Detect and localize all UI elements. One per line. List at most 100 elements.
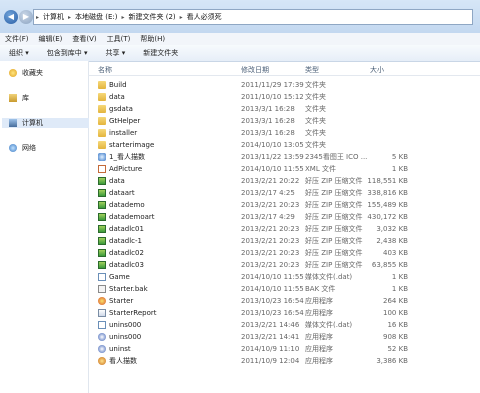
file-name: datadlc-1 bbox=[109, 237, 142, 245]
file-type: 媒体文件(.dat) bbox=[305, 321, 353, 329]
file-size: 5 KB bbox=[391, 153, 408, 161]
file-row[interactable]: Game 2014/10/10 11:55 媒体文件(.dat) 1 KB bbox=[88, 271, 480, 283]
sidebar-item-label: 收藏夹 bbox=[22, 69, 43, 77]
sidebar-item-computer[interactable]: 计算机 bbox=[2, 118, 89, 128]
file-size: 63,855 KB bbox=[371, 261, 408, 269]
breadcrumb-item[interactable]: 看人必须死 bbox=[185, 12, 224, 22]
forward-arrow-icon[interactable]: ▶ bbox=[19, 10, 33, 24]
file-row[interactable]: unins000 2013/2/21 14:41 应用程序 908 KB bbox=[88, 331, 480, 343]
dat-icon bbox=[98, 273, 106, 281]
folder-icon bbox=[98, 105, 106, 113]
file-size: 403 KB bbox=[383, 249, 408, 257]
file-row[interactable]: data 2013/2/21 20:22 好压 ZIP 压缩文件 118,551 KB bbox=[88, 175, 480, 187]
file-row[interactable]: datademo 2013/2/21 20:23 好压 ZIP 压缩文件 155,48… bbox=[88, 199, 480, 211]
file-date: 2013/3/1 16:28 bbox=[241, 117, 295, 125]
file-type: 好压 ZIP 压缩文件 bbox=[305, 177, 363, 185]
menu-item[interactable]: 工具(T) bbox=[102, 34, 136, 44]
sidebar-item-favorites[interactable]: 收藏夹 bbox=[9, 68, 43, 78]
file-type: 文件夹 bbox=[305, 141, 326, 149]
toolbar-button[interactable]: 包含到库中 ▾ bbox=[38, 48, 97, 58]
file-date: 2014/10/10 11:55 bbox=[241, 165, 304, 173]
menu-item[interactable]: 文件(F) bbox=[0, 34, 34, 44]
uni-icon bbox=[98, 333, 106, 341]
file-name: datadlc03 bbox=[109, 261, 144, 269]
file-name: Build bbox=[109, 81, 127, 89]
toolbar-button[interactable]: 共享 ▾ bbox=[97, 48, 135, 58]
sidebar-item-library[interactable]: 库 bbox=[9, 93, 29, 103]
file-row[interactable]: datadlc-1 2013/2/21 20:23 好压 ZIP 压缩文件 2,438… bbox=[88, 235, 480, 247]
file-type: 好压 ZIP 压缩文件 bbox=[305, 249, 363, 257]
file-row[interactable]: gsdata 2013/3/1 16:28 文件夹 bbox=[88, 103, 480, 115]
file-type: 文件夹 bbox=[305, 117, 326, 125]
file-date: 2011/10/10 15:12 bbox=[241, 93, 304, 101]
file-name: GtHelper bbox=[109, 117, 141, 125]
file-row[interactable]: AdPicture 2014/10/10 11:55 XML 文件 1 KB bbox=[88, 163, 480, 175]
breadcrumb-separator-icon[interactable]: ▸ bbox=[34, 14, 41, 21]
zip-icon bbox=[98, 213, 106, 221]
file-date: 2013/2/21 20:23 bbox=[241, 249, 300, 257]
file-date: 2013/10/23 16:54 bbox=[241, 309, 304, 317]
menu-item[interactable]: 查看(V) bbox=[67, 34, 101, 44]
toolbar-button[interactable]: 新建文件夹 bbox=[134, 48, 187, 58]
address-box[interactable]: ▸ 计算机 ▸ 本地磁盘 (E:) ▸ 新建文件夹 (2) ▸ 看人必须死 bbox=[33, 9, 473, 25]
file-row[interactable]: unins000 2013/2/21 14:46 媒体文件(.dat) 16 KB bbox=[88, 319, 480, 331]
file-type: XML 文件 bbox=[305, 165, 336, 173]
file-name: dataart bbox=[109, 189, 135, 197]
file-row[interactable]: starterimage 2014/10/10 13:05 文件夹 bbox=[88, 139, 480, 151]
file-row[interactable]: 1_看人描数 2013/11/22 13:59 2345看图王 ICO ... 5 K… bbox=[88, 151, 480, 163]
file-type: 好压 ZIP 压缩文件 bbox=[305, 189, 363, 197]
file-date: 2013/11/22 13:59 bbox=[241, 153, 304, 161]
file-date: 2013/2/17 4:25 bbox=[241, 189, 295, 197]
computer-icon bbox=[9, 119, 17, 127]
toolbar-button[interactable]: 组织 ▾ bbox=[0, 48, 38, 58]
navigation-pane: 收藏夹 库 计算机 网络 bbox=[0, 61, 89, 393]
file-type: 应用程序 bbox=[305, 309, 333, 317]
file-name: datadlc02 bbox=[109, 249, 144, 257]
file-type: 文件夹 bbox=[305, 81, 326, 89]
file-row[interactable]: datadlc03 2013/2/21 20:23 好压 ZIP 压缩文件 63,85… bbox=[88, 259, 480, 271]
xml-icon bbox=[98, 165, 106, 173]
file-row[interactable]: StarterReport 2013/10/23 16:54 应用程序 100 KB bbox=[88, 307, 480, 319]
file-row[interactable]: installer 2013/3/1 16:28 文件夹 bbox=[88, 127, 480, 139]
file-row[interactable]: datadlc02 2013/2/21 20:23 好压 ZIP 压缩文件 403 K… bbox=[88, 247, 480, 259]
column-header-type[interactable]: 类型 bbox=[305, 65, 319, 75]
file-row[interactable]: data 2011/10/10 15:12 文件夹 bbox=[88, 91, 480, 103]
file-row[interactable]: uninst 2014/10/9 11:10 应用程序 52 KB bbox=[88, 343, 480, 355]
file-row[interactable]: 看人描数 2011/10/9 12:04 应用程序 3,386 KB bbox=[88, 355, 480, 367]
file-row[interactable]: datademoart 2013/2/17 4:29 好压 ZIP 压缩文件 430,… bbox=[88, 211, 480, 223]
breadcrumb-item[interactable]: 本地磁盘 (E:) bbox=[73, 12, 119, 22]
zip-icon bbox=[98, 177, 106, 185]
file-size: 3,386 KB bbox=[376, 357, 408, 365]
column-header-name[interactable]: 名称 bbox=[98, 65, 112, 75]
file-date: 2013/2/21 20:23 bbox=[241, 261, 300, 269]
breadcrumb-item[interactable]: 计算机 bbox=[41, 12, 66, 22]
folder-icon bbox=[98, 117, 106, 125]
file-date: 2013/2/21 20:22 bbox=[241, 177, 300, 185]
file-name: Starter bbox=[109, 297, 134, 305]
breadcrumb-separator-icon[interactable]: ▸ bbox=[120, 14, 127, 21]
menu-item[interactable]: 帮助(H) bbox=[135, 34, 170, 44]
zip-icon bbox=[98, 189, 106, 197]
sidebar-item-network[interactable]: 网络 bbox=[9, 143, 36, 153]
column-header-date[interactable]: 修改日期 bbox=[241, 65, 269, 75]
breadcrumb-item[interactable]: 新建文件夹 (2) bbox=[127, 12, 178, 22]
file-row[interactable]: Starter 2013/10/23 16:54 应用程序 264 KB bbox=[88, 295, 480, 307]
breadcrumb-separator-icon[interactable]: ▸ bbox=[178, 14, 185, 21]
file-row[interactable]: datadlc01 2013/2/21 20:23 好压 ZIP 压缩文件 3,032… bbox=[88, 223, 480, 235]
breadcrumb-separator-icon[interactable]: ▸ bbox=[66, 14, 73, 21]
file-row[interactable]: Starter.bak 2014/10/10 11:55 BAK 文件 1 KB bbox=[88, 283, 480, 295]
column-header-size[interactable]: 大小 bbox=[370, 65, 384, 75]
folder-icon bbox=[98, 129, 106, 137]
file-name: datademo bbox=[109, 201, 145, 209]
file-row[interactable]: dataart 2013/2/17 4:25 好压 ZIP 压缩文件 338,816 … bbox=[88, 187, 480, 199]
file-date: 2014/10/9 11:10 bbox=[241, 345, 300, 353]
file-name: uninst bbox=[109, 345, 131, 353]
file-row[interactable]: Build 2011/11/29 17:39 文件夹 bbox=[88, 79, 480, 91]
file-row[interactable]: GtHelper 2013/3/1 16:28 文件夹 bbox=[88, 115, 480, 127]
menu-item[interactable]: 编辑(E) bbox=[34, 34, 68, 44]
file-type: 好压 ZIP 压缩文件 bbox=[305, 201, 363, 209]
file-name: 看人描数 bbox=[109, 357, 137, 365]
file-date: 2011/10/9 12:04 bbox=[241, 357, 300, 365]
back-arrow-icon[interactable]: ◀ bbox=[4, 10, 18, 24]
zip-icon bbox=[98, 225, 106, 233]
